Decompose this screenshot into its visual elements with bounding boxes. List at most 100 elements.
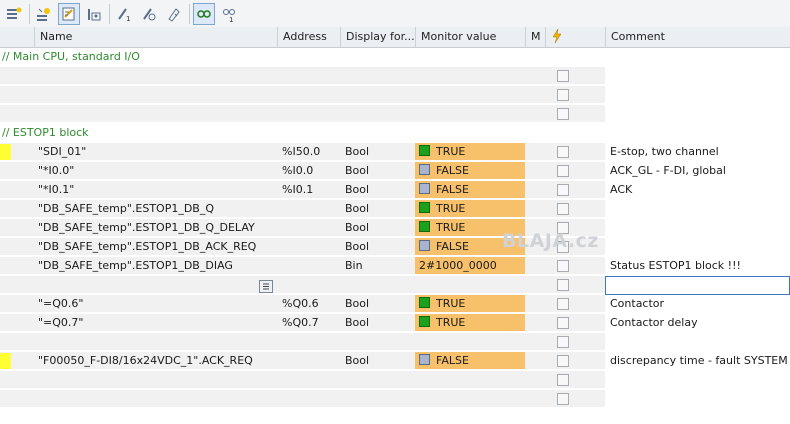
display-format-cell[interactable]: Bool — [340, 219, 415, 237]
comment-cell[interactable] — [605, 371, 790, 389]
tag-name-cell[interactable]: "F00050_F-DI8/16x24VDC_1".ACK_REQ — [34, 352, 277, 370]
modify-value-cell[interactable] — [525, 67, 545, 85]
empty-row[interactable] — [0, 105, 790, 124]
empty-row[interactable] — [0, 67, 790, 86]
force-checkbox[interactable] — [557, 146, 569, 158]
monitor-value-cell[interactable]: TRUE — [415, 200, 525, 218]
display-format-cell[interactable]: Bool — [340, 200, 415, 218]
monitor-value-cell[interactable]: 2#1000_0000 — [415, 257, 525, 275]
modify-value-cell[interactable] — [525, 86, 545, 104]
comment-cell[interactable]: Status ESTOP1 block !!! — [605, 257, 790, 275]
force-checkbox[interactable] — [557, 89, 569, 101]
header-comment[interactable]: Comment — [605, 27, 790, 47]
header-address[interactable]: Address — [277, 27, 340, 47]
address-cell[interactable] — [277, 238, 340, 256]
name-cell[interactable] — [34, 67, 277, 85]
glasses-monitor-icon[interactable] — [193, 2, 215, 25]
force-checkbox[interactable] — [557, 374, 569, 386]
comment-cell[interactable] — [605, 390, 790, 408]
comment-cell[interactable] — [605, 67, 790, 85]
table-row[interactable]: "F00050_F-DI8/16x24VDC_1".ACK_REQ Bool FAL… — [0, 352, 790, 371]
force-checkbox-cell[interactable] — [545, 352, 605, 370]
force-checkbox-cell[interactable] — [545, 162, 605, 180]
format-cell[interactable] — [340, 390, 415, 408]
modify-now-icon[interactable]: 1 — [113, 3, 135, 25]
comment-cell[interactable]: discrepancy time - fault SYSTEM — [605, 352, 790, 370]
modify-value-cell[interactable] — [525, 352, 545, 370]
comment-line[interactable]: // ESTOP1 block — [0, 124, 790, 143]
address-cell[interactable] — [277, 333, 340, 351]
header-display-format[interactable]: Display for... — [340, 27, 415, 47]
tag-name-cell[interactable]: "DB_SAFE_temp".ESTOP1_DB_DIAG — [34, 257, 277, 275]
table-row[interactable]: "=Q0.6" %Q0.6 Bool TRUE Contactor — [0, 295, 790, 314]
comment-cell[interactable]: ACK_GL - F-DI, global — [605, 162, 790, 180]
tag-browse-button[interactable] — [259, 280, 273, 293]
modify-value-cell[interactable] — [525, 105, 545, 123]
value-cell[interactable] — [415, 67, 525, 85]
monitor-value-cell[interactable]: TRUE — [415, 314, 525, 332]
force-checkbox[interactable] — [557, 355, 569, 367]
monitor-value-cell[interactable]: TRUE — [415, 295, 525, 313]
tag-name-cell[interactable]: "DB_SAFE_temp".ESTOP1_DB_ACK_REQ — [34, 238, 277, 256]
force-icon[interactable] — [163, 3, 185, 25]
display-format-cell[interactable]: Bool — [340, 162, 415, 180]
force-checkbox-cell[interactable] — [545, 86, 605, 104]
empty-row[interactable] — [0, 276, 790, 295]
glasses-once-icon[interactable]: 1 — [218, 3, 240, 25]
format-cell[interactable] — [340, 276, 415, 294]
table-row[interactable]: "SDI_01" %I50.0 Bool TRUE E-stop, two channe… — [0, 143, 790, 162]
address-cell[interactable]: %Q0.7 — [277, 314, 340, 332]
value-cell[interactable] — [415, 390, 525, 408]
address-cell[interactable] — [277, 67, 340, 85]
modify-value-cell[interactable] — [525, 143, 545, 161]
display-format-cell[interactable]: Bool — [340, 295, 415, 313]
empty-row[interactable] — [0, 86, 790, 105]
force-checkbox-cell[interactable] — [545, 390, 605, 408]
comment-cell[interactable] — [605, 238, 790, 256]
format-cell[interactable] — [340, 67, 415, 85]
modify-on-trigger-icon[interactable] — [138, 3, 160, 25]
name-cell[interactable] — [34, 390, 277, 408]
comment-cell[interactable]: E-stop, two channel — [605, 143, 790, 161]
modify-value-cell[interactable] — [525, 257, 545, 275]
force-checkbox[interactable] — [557, 279, 569, 291]
format-cell[interactable] — [340, 86, 415, 104]
modify-values-icon[interactable] — [58, 2, 80, 25]
name-cell[interactable] — [34, 86, 277, 104]
modify-value-cell[interactable] — [525, 371, 545, 389]
address-cell[interactable]: %I50.0 — [277, 143, 340, 161]
comment-line[interactable]: // Main CPU, standard I/O — [0, 48, 790, 67]
address-cell[interactable] — [277, 105, 340, 123]
tag-name-cell[interactable]: "=Q0.7" — [34, 314, 277, 332]
header-monitor-value[interactable]: Monitor value — [415, 27, 525, 47]
table-row[interactable]: "=Q0.7" %Q0.7 Bool TRUE Contactor delay — [0, 314, 790, 333]
empty-row[interactable] — [0, 371, 790, 390]
force-checkbox[interactable] — [557, 70, 569, 82]
tag-name-cell[interactable]: "DB_SAFE_temp".ESTOP1_DB_Q — [34, 200, 277, 218]
modify-value-cell[interactable] — [525, 390, 545, 408]
name-cell[interactable] — [34, 371, 277, 389]
address-cell[interactable] — [277, 200, 340, 218]
modify-value-cell[interactable] — [525, 333, 545, 351]
comment-cell[interactable] — [605, 333, 790, 351]
comment-edit-field[interactable] — [605, 276, 790, 295]
comment-cell[interactable] — [605, 219, 790, 237]
address-cell[interactable] — [277, 276, 340, 294]
modify-value-cell[interactable] — [525, 200, 545, 218]
force-checkbox-cell[interactable] — [545, 67, 605, 85]
comment-cell[interactable]: Contactor delay — [605, 314, 790, 332]
force-checkbox[interactable] — [557, 203, 569, 215]
force-checkbox[interactable] — [557, 336, 569, 348]
comment-cell[interactable] — [605, 86, 790, 104]
name-cell[interactable] — [34, 105, 277, 123]
value-cell[interactable] — [415, 276, 525, 294]
modify-value-cell[interactable] — [525, 295, 545, 313]
force-checkbox-cell[interactable] — [545, 257, 605, 275]
monitor-all-icon[interactable] — [83, 3, 105, 25]
table-row[interactable]: "DB_SAFE_temp".ESTOP1_DB_DIAG Bin 2#1000_0… — [0, 257, 790, 276]
force-checkbox[interactable] — [557, 317, 569, 329]
comment-cell[interactable]: Contactor — [605, 295, 790, 313]
force-checkbox-cell[interactable] — [545, 333, 605, 351]
force-checkbox-cell[interactable] — [545, 295, 605, 313]
comment-cell[interactable]: ACK — [605, 181, 790, 199]
